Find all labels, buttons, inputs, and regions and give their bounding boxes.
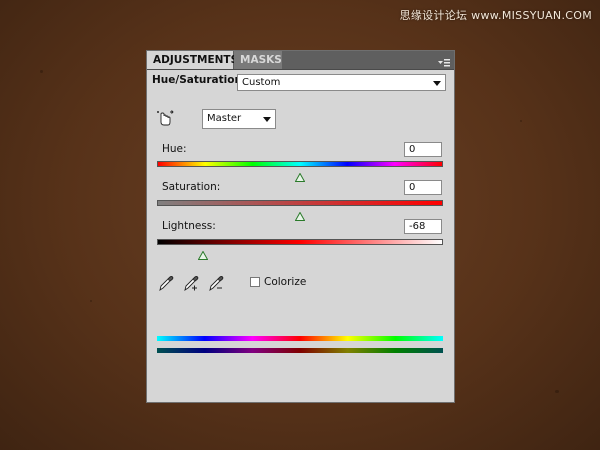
saturation-label: Saturation: <box>162 181 221 193</box>
background-speck <box>40 70 43 73</box>
channel-value: Master <box>207 113 242 124</box>
preset-dropdown[interactable]: Custom <box>237 74 446 91</box>
eyedropper-add-icon[interactable] <box>182 274 200 292</box>
eyedropper-icon[interactable] <box>157 274 175 292</box>
tab-masks[interactable]: MASKS <box>234 51 282 69</box>
output-color-range-bar <box>157 348 443 353</box>
saturation-slider-thumb[interactable] <box>294 206 306 221</box>
on-image-adjust-icon[interactable] <box>156 110 174 128</box>
chevron-down-icon <box>263 117 271 122</box>
background-speck <box>90 300 92 302</box>
channel-dropdown[interactable]: Master <box>202 109 276 129</box>
saturation-value-field[interactable] <box>404 180 442 195</box>
lightness-slider-thumb[interactable] <box>197 245 209 260</box>
colorize-checkbox[interactable] <box>250 277 260 287</box>
colorize-label: Colorize <box>264 276 307 288</box>
watermark: 思缘设计论坛 www.MISSYUAN.COM <box>399 9 592 22</box>
lightness-value-field[interactable] <box>404 219 442 234</box>
hue-value-field[interactable] <box>404 142 442 157</box>
background-speck <box>555 390 559 393</box>
tab-adjustments[interactable]: ADJUSTMENTS <box>147 51 238 69</box>
chevron-down-icon <box>433 80 441 86</box>
hue-label: Hue: <box>162 143 187 155</box>
lightness-label: Lightness: <box>162 220 216 232</box>
eyedropper-subtract-icon[interactable] <box>207 274 225 292</box>
panel-title: Hue/Saturation <box>152 74 242 86</box>
input-color-range-bar <box>157 336 443 341</box>
preset-value: Custom <box>242 77 281 88</box>
panel-tab-bar: ADJUSTMENTS MASKS <box>147 51 454 70</box>
panel-menu-icon[interactable] <box>437 54 451 67</box>
hue-slider-thumb[interactable] <box>294 167 306 182</box>
background-speck <box>520 120 522 122</box>
